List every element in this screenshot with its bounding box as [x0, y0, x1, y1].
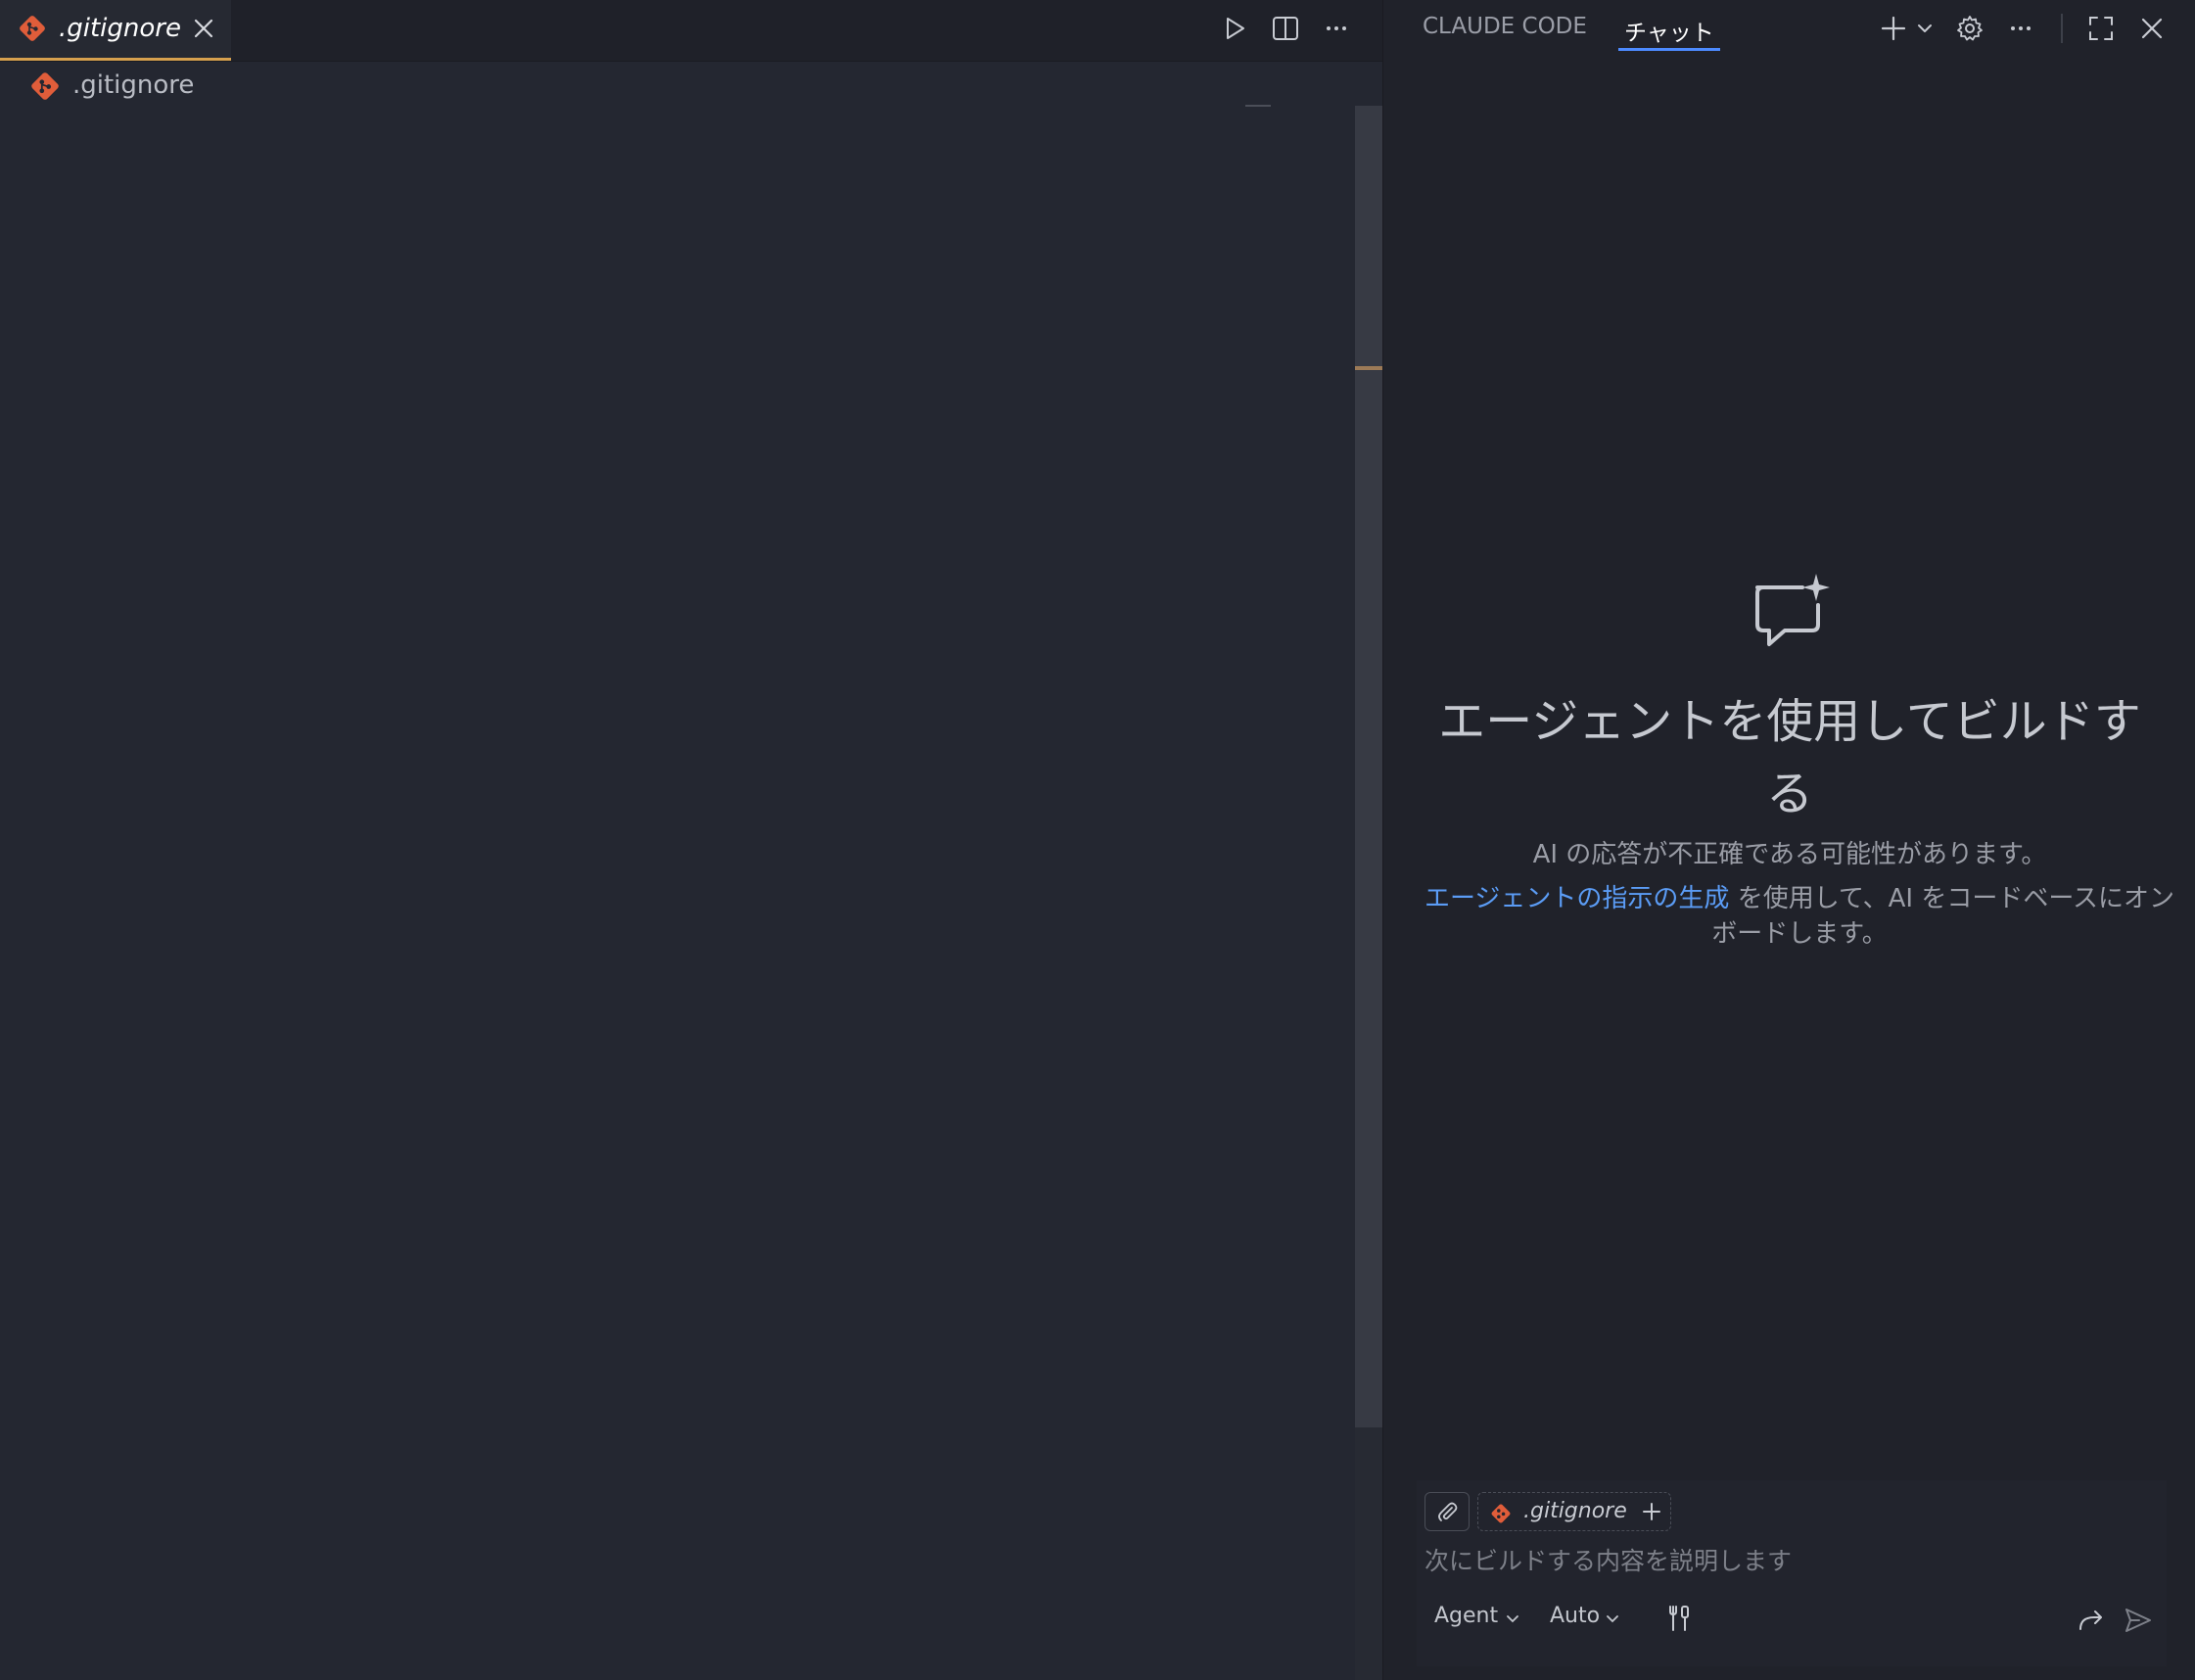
send-icon[interactable] [2124, 1606, 2153, 1635]
empty-state-hint: エージェントの指示の生成 を使用して、AI をコードベースにオンボードします。 [1423, 881, 2176, 952]
model-label: Auto [1550, 1604, 1601, 1628]
more-actions-icon[interactable] [1322, 14, 1351, 43]
git-file-icon [18, 14, 47, 43]
context-file-label: .gitignore [1523, 1499, 1627, 1523]
git-file-icon [1490, 1503, 1512, 1524]
minimap-marker [1245, 105, 1271, 107]
editor-pane: .gitignore .gitignore [0, 0, 1382, 1680]
chat-header: CLAUDE CODE チャット [1383, 0, 2195, 61]
chevron-down-icon [1505, 1611, 1520, 1627]
share-icon[interactable] [2077, 1606, 2106, 1635]
chat-panel: CLAUDE CODE チャット エージェントを使用してビルドする AI の応答… [1382, 0, 2195, 1680]
run-icon[interactable] [1220, 14, 1249, 43]
empty-state-subtitle: AI の応答が不正確である可能性があります。 [1532, 840, 2047, 869]
chat-composer: .gitignore Agent Auto [1417, 1480, 2167, 1666]
close-icon[interactable] [2137, 14, 2167, 43]
maximize-icon[interactable] [2086, 14, 2116, 43]
empty-state-title: エージェントを使用してビルドする [1438, 694, 2141, 821]
gear-icon[interactable] [1955, 14, 1985, 43]
header-divider [2061, 14, 2063, 43]
chat-sparkle-icon [1746, 568, 1834, 656]
editor-tab-bar: .gitignore [0, 0, 1382, 62]
scrollbar-track [1355, 1427, 1382, 1680]
git-file-icon [29, 70, 61, 102]
editor-scrollbar[interactable] [1355, 106, 1382, 1427]
tools-icon[interactable] [1665, 1604, 1695, 1633]
tab-claude-code[interactable]: CLAUDE CODE [1423, 14, 1587, 39]
editor-tab-gitignore[interactable]: .gitignore [0, 0, 231, 61]
mode-label: Agent [1434, 1604, 1499, 1628]
breadcrumb-filename: .gitignore [72, 70, 195, 100]
split-editor-icon[interactable] [1271, 14, 1300, 43]
add-context-icon[interactable] [1641, 1501, 1662, 1522]
chevron-down-icon[interactable] [1916, 20, 1934, 37]
chevron-down-icon [1605, 1611, 1620, 1627]
new-chat-icon[interactable] [1879, 14, 1908, 43]
context-file-chip[interactable]: .gitignore [1477, 1492, 1671, 1531]
tab-label: .gitignore [59, 14, 181, 43]
tab-chat[interactable]: チャット [1618, 14, 1720, 51]
scrollbar-marker [1355, 366, 1382, 370]
generate-instructions-link[interactable]: エージェントの指示の生成 [1424, 884, 1729, 913]
hint-text: を使用して、AI をコードベースにオンボードします。 [1711, 884, 2175, 949]
attach-button[interactable] [1424, 1492, 1470, 1531]
chat-prompt-input[interactable] [1424, 1547, 2149, 1575]
close-icon[interactable] [192, 17, 215, 40]
more-icon[interactable] [2006, 14, 2035, 43]
